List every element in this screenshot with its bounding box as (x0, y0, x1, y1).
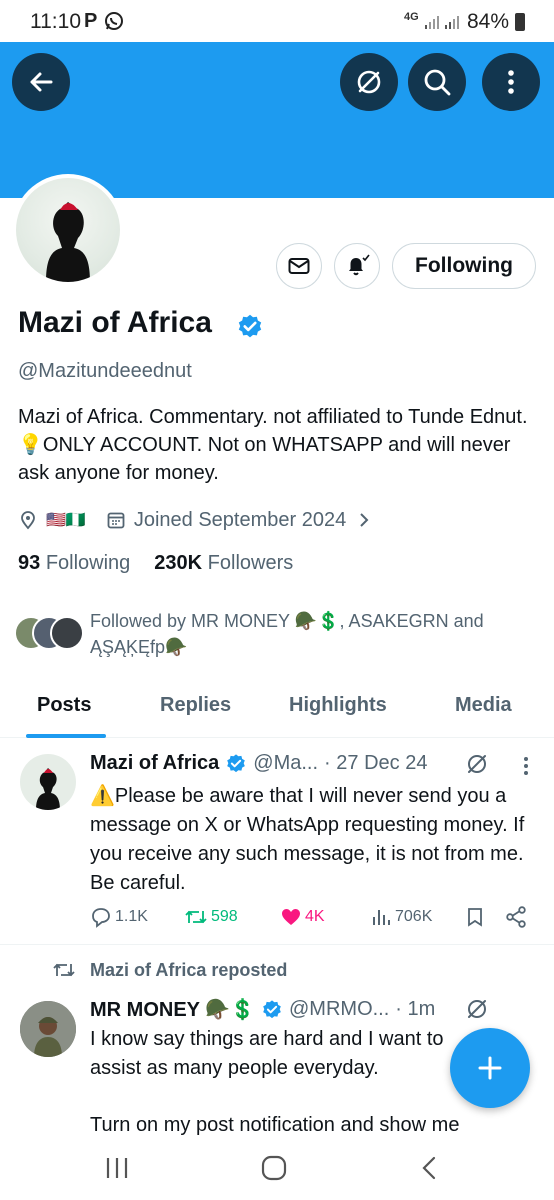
profile-name: Mazi of Africa (18, 306, 212, 339)
tab-replies[interactable]: Replies (160, 694, 231, 717)
repost-icon (185, 910, 207, 924)
post-timestamp: · 1m (395, 998, 436, 1020)
grok-icon[interactable] (465, 752, 489, 776)
post-author-handle: @MRMO... (289, 998, 390, 1020)
profile-location: 🇺🇸🇳🇬 (46, 512, 86, 529)
post-avatar[interactable] (20, 1001, 76, 1057)
views-chart-icon (373, 910, 390, 925)
profile-avatar[interactable] (12, 174, 124, 286)
more-vertical-icon (508, 70, 514, 94)
reply-count: 1.1K (115, 908, 148, 925)
repost-count: 598 (211, 908, 238, 925)
verified-badge-icon (263, 999, 281, 1018)
like-button[interactable]: 4K (280, 906, 325, 928)
repost-button[interactable]: 598 (184, 906, 238, 928)
notifications-button[interactable] (334, 243, 380, 289)
views-button[interactable]: 706K (370, 906, 432, 928)
repost-icon (53, 963, 75, 977)
back-nav-icon[interactable] (418, 1154, 442, 1182)
profile-handle: @Mazitundeeednut (18, 360, 192, 382)
battery-percent: 84% (467, 10, 510, 33)
post-author-name[interactable]: MR MONEY 🪖💲 (90, 997, 255, 1022)
signal-icon (425, 16, 439, 29)
compose-button[interactable] (450, 1028, 530, 1108)
verified-badge-icon[interactable] (236, 313, 264, 341)
followers-count-link[interactable]: 230K Followers (154, 552, 293, 575)
profile-bio: Mazi of Africa. Commentary. not affiliat… (18, 406, 528, 484)
chevron-right-icon[interactable] (356, 510, 372, 530)
post-text: I know say things are hard and I want to… (90, 1028, 444, 1079)
profile-joined: Joined September 2024 (133, 508, 347, 531)
whatsapp-icon (105, 12, 123, 30)
post-author-handle: @Ma... (253, 752, 319, 774)
bookmark-icon[interactable] (464, 906, 486, 928)
search-icon (424, 69, 451, 96)
like-count: 4K (305, 908, 325, 925)
avatar (50, 616, 84, 650)
signal-icon-2 (445, 16, 459, 29)
search-button[interactable] (408, 53, 466, 111)
message-button[interactable] (276, 243, 322, 289)
system-nav-bar (0, 1136, 554, 1200)
followed-by-avatars (14, 616, 86, 652)
grok-icon[interactable] (465, 997, 489, 1021)
profile-meta: 🇺🇸🇳🇬 Joined September 2024 (18, 506, 372, 534)
following-count-link[interactable]: 93 Following (18, 552, 130, 575)
more-button[interactable] (482, 53, 540, 111)
reply-button[interactable]: 1.1K (90, 906, 148, 928)
heart-filled-icon (282, 909, 300, 925)
post-author-name[interactable]: Mazi of Africa (90, 752, 219, 775)
following-label: Following (45, 552, 131, 574)
plus-icon (478, 1056, 502, 1080)
tab-highlights[interactable]: Highlights (289, 694, 387, 717)
status-bar: 11:10 P 4G 84% (0, 0, 554, 42)
more-vertical-icon[interactable] (516, 754, 536, 778)
follow-counts: 93 Following 230K Followers (18, 552, 293, 575)
recent-apps-icon[interactable] (104, 1156, 130, 1180)
reply-icon (92, 908, 110, 928)
status-time: 11:10 (30, 10, 81, 33)
post-text-continued: Turn on my post notification and show me (90, 1114, 460, 1136)
share-icon[interactable] (504, 906, 528, 928)
post-text: ⚠️Please be aware that I will never send… (90, 785, 525, 894)
active-tab-indicator (26, 734, 106, 738)
post-header: MR MONEY 🪖💲 @MRMO... · 1m (90, 997, 435, 1022)
tab-posts[interactable]: Posts (37, 694, 91, 717)
tab-media[interactable]: Media (455, 694, 512, 717)
home-icon[interactable] (260, 1154, 288, 1182)
location-pin-icon (21, 511, 35, 530)
battery-icon (515, 13, 525, 31)
mail-icon (288, 258, 310, 274)
repost-label[interactable]: Mazi of Africa reposted (90, 960, 287, 981)
grok-button[interactable] (340, 53, 398, 111)
profile-tabs: Posts Replies Highlights Media (0, 684, 554, 738)
following-count: 93 (18, 552, 41, 574)
calendar-icon (107, 512, 125, 529)
views-count: 706K (395, 908, 433, 925)
grok-icon (357, 70, 381, 94)
avatar-image (16, 178, 120, 282)
network-type: 4G (404, 11, 419, 23)
following-button[interactable]: Following (392, 243, 536, 289)
arrow-left-icon (30, 72, 53, 92)
profile-banner (0, 42, 554, 198)
followers-label: Followers (207, 552, 294, 574)
back-button[interactable] (12, 53, 70, 111)
post-timestamp: · 27 Dec 24 (324, 752, 428, 774)
parking-app-icon: P (84, 10, 98, 32)
verified-badge-icon (227, 753, 246, 772)
bell-subscribed-icon (349, 254, 370, 276)
followers-count: 230K (154, 552, 203, 574)
post[interactable]: Mazi of Africa @Ma... · 27 Dec 24 ⚠️Plea… (0, 740, 554, 944)
post-avatar[interactable] (20, 754, 76, 810)
post-actions: 1.1K 598 4K 706K (90, 906, 530, 932)
post-header: Mazi of Africa @Ma... · 27 Dec 24 (90, 752, 427, 775)
followed-by-text: Followed by MR MONEY 🪖💲, ASAKEGRN and ĄŞ… (90, 611, 484, 657)
followed-by[interactable]: Followed by MR MONEY 🪖💲, ASAKEGRN and ĄŞ… (14, 608, 544, 664)
